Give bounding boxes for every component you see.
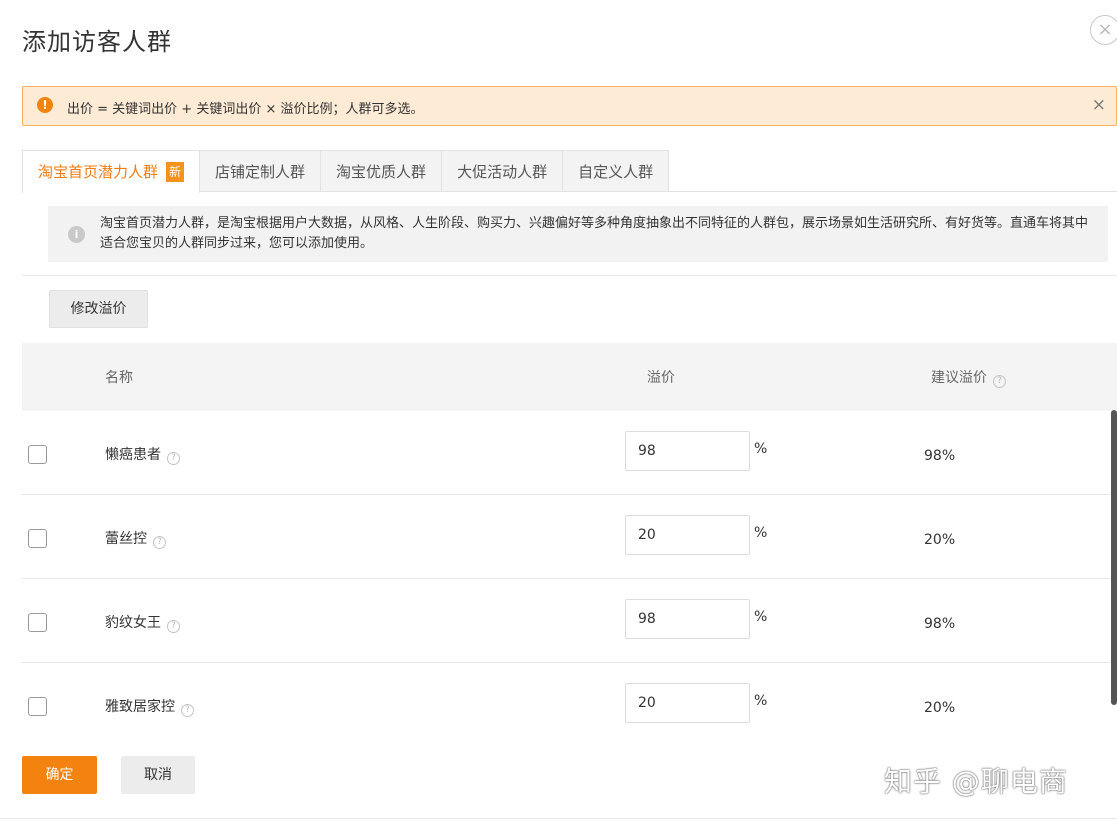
row-checkbox[interactable]: [28, 445, 47, 464]
premium-input[interactable]: [625, 431, 750, 471]
column-header-suggested-premium: 建议溢价?: [931, 367, 1006, 388]
notice-alert: ! 出价 = 关键词出价 + 关键词出价 × 溢价比例；人群可多选。 ×: [22, 86, 1117, 126]
audience-name: 豹纹女王?: [105, 612, 180, 633]
help-icon[interactable]: ?: [993, 375, 1006, 388]
info-text: 淘宝首页潜力人群，是淘宝根据用户大数据，从风格、人生阶段、购买力、兴趣偏好等多种…: [100, 216, 1089, 251]
percent-unit: %: [754, 609, 768, 625]
cancel-button[interactable]: 取消: [121, 756, 195, 794]
table-row: 懒癌患者? % 98%: [22, 411, 1117, 495]
audience-name: 懒癌患者?: [105, 444, 180, 465]
column-header-premium: 溢价: [647, 370, 675, 386]
table-row: 蕾丝控? % 20%: [22, 495, 1117, 579]
percent-unit: %: [754, 441, 768, 457]
tab-label: 淘宝首页潜力人群: [38, 163, 159, 181]
tab-label: 店铺定制人群: [215, 163, 306, 181]
info-box: i 淘宝首页潜力人群，是淘宝根据用户大数据，从风格、人生阶段、购买力、兴趣偏好等…: [48, 206, 1108, 262]
tab-label: 淘宝优质人群: [336, 163, 427, 181]
percent-unit: %: [754, 525, 768, 541]
audience-name: 雅致居家控?: [105, 696, 194, 717]
premium-input[interactable]: [625, 599, 750, 639]
table-row: 雅致居家控? % 20%: [22, 663, 1117, 747]
suggested-premium: 20%: [924, 532, 956, 548]
audience-name-label: 雅致居家控: [105, 699, 175, 715]
percent-unit: %: [754, 693, 768, 709]
alert-close-icon[interactable]: ×: [1092, 95, 1106, 115]
dialog-title: 添加访客人群: [22, 28, 172, 56]
tab-panel: i 淘宝首页潜力人群，是淘宝根据用户大数据，从风格、人生阶段、购买力、兴趣偏好等…: [22, 192, 1117, 276]
confirm-button[interactable]: 确定: [22, 756, 97, 794]
premium-input[interactable]: [625, 515, 750, 555]
row-checkbox[interactable]: [28, 529, 47, 548]
help-icon[interactable]: ?: [167, 620, 180, 633]
tab-label: 自定义人群: [578, 163, 654, 181]
help-icon[interactable]: ?: [167, 452, 180, 465]
warning-icon: !: [37, 97, 53, 113]
row-checkbox[interactable]: [28, 613, 47, 632]
tab-custom-audience[interactable]: 自定义人群: [563, 150, 670, 192]
help-icon[interactable]: ?: [181, 704, 194, 717]
tab-label: 大促活动人群: [457, 163, 548, 181]
info-icon: i: [68, 226, 85, 243]
suggested-premium: 98%: [924, 616, 956, 632]
watermark: 知乎 @聊电商: [884, 765, 1068, 798]
tab-promotion-audience[interactable]: 大促活动人群: [442, 150, 564, 192]
premium-input[interactable]: [625, 683, 750, 723]
audience-name: 蕾丝控?: [105, 528, 166, 549]
audience-name-label: 蕾丝控: [105, 531, 147, 547]
row-checkbox[interactable]: [28, 697, 47, 716]
suggested-premium: 98%: [924, 448, 956, 464]
audience-name-label: 豹纹女王: [105, 615, 161, 631]
vertical-scrollbar[interactable]: [1111, 410, 1117, 705]
new-badge: 新: [166, 162, 185, 182]
tab-homepage-potential[interactable]: 淘宝首页潜力人群新: [22, 150, 201, 193]
audience-name-label: 懒癌患者: [105, 447, 161, 463]
table-row: 豹纹女王? % 98%: [22, 579, 1117, 663]
suggested-premium: 20%: [924, 700, 956, 716]
column-header-name: 名称: [105, 370, 133, 386]
dialog-close-icon[interactable]: ×: [1090, 15, 1117, 45]
tab-store-custom[interactable]: 店铺定制人群: [200, 150, 322, 192]
audience-tabs: 淘宝首页潜力人群新 店铺定制人群 淘宝优质人群 大促活动人群 自定义人群: [22, 150, 1117, 193]
tab-quality-audience[interactable]: 淘宝优质人群: [321, 150, 443, 192]
table-header: 名称 溢价 建议溢价?: [22, 343, 1117, 411]
modify-premium-button[interactable]: 修改溢价: [49, 290, 148, 328]
alert-text: 出价 = 关键词出价 + 关键词出价 × 溢价比例；人群可多选。: [67, 102, 424, 117]
divider: [0, 818, 1117, 819]
help-icon[interactable]: ?: [153, 536, 166, 549]
column-header-label: 建议溢价: [931, 370, 987, 386]
